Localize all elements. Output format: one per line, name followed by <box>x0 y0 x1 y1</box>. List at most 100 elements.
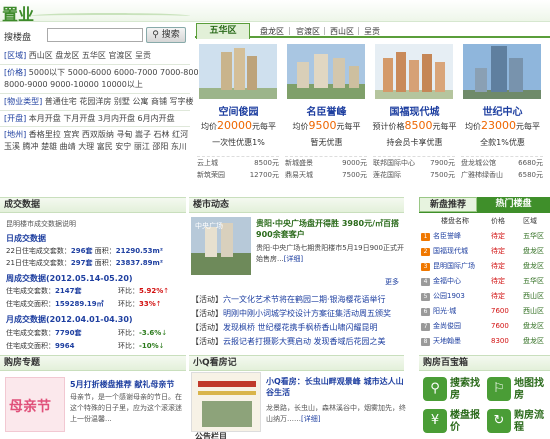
property-name[interactable]: 名臣誉峰 <box>283 103 370 118</box>
small-talk-section-title: 小Q看房记 <box>189 355 404 371</box>
related-name[interactable]: 云上城 <box>197 157 218 169</box>
news-item[interactable]: 【活动】云报记者打摄影大赛启动 发现香域后花园之美 <box>191 336 386 347</box>
filter-link[interactable]: 富民 <box>97 142 113 151</box>
filter-link[interactable]: 曲靖 <box>60 142 76 151</box>
property-card[interactable]: 国福现代城 预计价格8500元每平 持会员卡享优惠 联邦国际中心 7900元 莲花… <box>371 44 458 184</box>
arrow-down-icon: ↓ <box>158 342 165 350</box>
filter-link[interactable]: 安宁 <box>115 142 131 151</box>
property-card[interactable]: 空间俊园 均价20000元每平 一次性优惠1% 云上城 8500元 新筑荣园 127… <box>195 44 282 184</box>
tab-new-listings[interactable]: 新盘推荐 <box>419 197 477 212</box>
filter-link[interactable]: 腾冲 <box>23 142 39 151</box>
tab-xishan[interactable]: 西山区 <box>330 26 354 37</box>
recommend-row[interactable]: 1 名臣誉峰 待定 五华区 <box>419 230 550 243</box>
filter-link[interactable]: 西双版纳 <box>82 130 114 139</box>
property-card[interactable]: 名臣誉峰 均价9500元每平 暂无优惠 新城盛景 9000元 鼎易天城 7500元 <box>283 44 370 184</box>
recommend-row[interactable]: 4 金福中心 待定 五华区 <box>419 275 550 288</box>
recommend-row[interactable]: 6 阳光·城 7600 西山区 <box>419 305 550 318</box>
filter-link[interactable]: 3月内开盘 <box>98 114 135 123</box>
small-talk-headline[interactable]: 小Q看房：长虫山畔观景峰 城市达人山谷生活 <box>266 376 406 398</box>
property-card[interactable]: 世纪中心 均价23000元每平 全款1%优惠 盘龙城公馆 6680元 广雅柿绿香山… <box>459 44 546 184</box>
related-name[interactable]: 鼎易天城 <box>285 169 313 181</box>
filter-link[interactable]: 8000-9000 <box>4 80 48 89</box>
recommend-row[interactable]: 2 国福现代城 待定 盘龙区 <box>419 245 550 258</box>
tab-panlong[interactable]: 盘龙区 <box>260 26 284 37</box>
property-photo[interactable] <box>199 44 277 99</box>
filter-link[interactable]: 寻甸 <box>116 130 132 139</box>
topic-headline[interactable]: 5月打折楼盘推荐 献礼母亲节 <box>70 379 186 390</box>
price-quote-button[interactable]: ¥ 楼盘报价 <box>423 409 483 435</box>
tab-guandu[interactable]: 官渡区 <box>296 26 320 37</box>
related-name[interactable]: 莲花国际 <box>373 169 401 181</box>
filter-link[interactable]: 9000-10000 <box>50 80 99 89</box>
property-photo[interactable] <box>463 44 541 99</box>
filter-link[interactable]: 石林 <box>154 130 170 139</box>
related-name[interactable]: 广雅柿绿香山 <box>461 169 503 181</box>
filter-link[interactable]: 呈贡 <box>135 51 151 60</box>
filter-link[interactable]: 公寓 <box>132 97 148 106</box>
search-button[interactable]: ⚲ 搜索 <box>146 27 186 43</box>
news-thumbnail[interactable]: 中央广场 <box>191 217 251 275</box>
filter-link[interactable]: 5000-6000 <box>68 68 112 77</box>
recommend-row[interactable]: 8 天地翰墨 8300 盘龙区 <box>419 335 550 348</box>
filter-link[interactable]: 五华区 <box>82 51 106 60</box>
property-photo[interactable] <box>287 44 365 99</box>
tab-wuhua[interactable]: 五华区 <box>196 23 250 39</box>
recommend-row[interactable]: 5 公园1903 待定 西山区 <box>419 290 550 303</box>
property-name[interactable]: 世纪中心 <box>459 103 546 118</box>
filter-link[interactable]: 邵阳 <box>152 142 168 151</box>
daily-title: 日成交数据 <box>6 234 46 243</box>
recommend-row[interactable]: 7 金尚俊园 7600 盘龙区 <box>419 320 550 333</box>
news-item[interactable]: 【活动】六一文化艺术节将在鹤园二期·银海樱花语举行 <box>191 294 386 305</box>
property-photo[interactable] <box>375 44 453 99</box>
news-more-link[interactable]: 更多 <box>385 277 399 287</box>
filter-link[interactable]: 5000以下 <box>29 68 65 77</box>
filter-link[interactable]: 6000-7000 <box>114 68 158 77</box>
filter-link[interactable]: 下月开盘 <box>63 114 95 123</box>
small-talk-detail-link[interactable]: [详细] <box>301 415 320 423</box>
monthly-title: 月成交数据(2012.04.01-04.30) <box>6 315 133 324</box>
filter-link[interactable]: 楚雄 <box>41 142 57 151</box>
buying-process-button[interactable]: ↻ 购房流程 <box>487 409 547 435</box>
news-detail-link[interactable]: [详细] <box>284 255 303 263</box>
news-headline[interactable]: 贵阳·中央广场盘开得胜 3980元/㎡百搭900余套客户 <box>256 218 406 240</box>
related-name[interactable]: 盘龙城公馆 <box>461 157 496 169</box>
filter-link[interactable]: 宜宾 <box>63 130 79 139</box>
filter-link[interactable]: 嵩子 <box>135 130 151 139</box>
filter-link[interactable]: 商铺 <box>151 97 167 106</box>
related-name[interactable]: 新筑荣园 <box>197 169 225 181</box>
filter-link[interactable]: 普通住宅 <box>45 97 77 106</box>
search-house-button[interactable]: ⚲ 搜索找房 <box>423 377 483 403</box>
filter-link[interactable]: 丽江 <box>134 142 150 151</box>
recommend-row[interactable]: 3 昆明国际广场 待定 盘龙区 <box>419 260 550 273</box>
filter-link[interactable]: 东川 <box>171 142 187 151</box>
search-input[interactable] <box>47 28 143 42</box>
related-name[interactable]: 联邦国际中心 <box>373 157 415 169</box>
topic-image[interactable]: 母亲节 <box>5 377 65 432</box>
related-name[interactable]: 新城盛景 <box>285 157 313 169</box>
filter-link[interactable]: 6月内开盘 <box>138 114 175 123</box>
filter-link[interactable]: 盘龙区 <box>55 51 79 60</box>
filter-link[interactable]: 红河 <box>172 130 188 139</box>
property-name[interactable]: 空间俊园 <box>195 103 282 118</box>
news-item[interactable]: 【活动】发现枫桥 世纪樱花携手枫桥香山啸闪耀昆明 <box>191 322 378 333</box>
filter-link[interactable]: 10000以上 <box>101 80 142 89</box>
filter-link[interactable]: 官渡区 <box>108 51 132 60</box>
tab-chenggong[interactable]: 呈贡 <box>364 26 380 37</box>
filter-link[interactable]: 别墅 <box>114 97 130 106</box>
filter-link[interactable]: 大理 <box>78 142 94 151</box>
search-button-label: 搜索 <box>161 30 180 40</box>
map-search-button[interactable]: ⚐ 地图找房 <box>487 377 547 403</box>
filter-link[interactable]: 香格里拉 <box>29 130 61 139</box>
deals-note[interactable]: 昆明楼市成交数据说明 <box>6 219 76 229</box>
filter-link[interactable]: 写字楼 <box>170 97 194 106</box>
news-item[interactable]: 【活动】明刚中刚小词城学校设计方案征集活动周五颁奖 <box>191 308 391 319</box>
filter-link[interactable]: 花园洋房 <box>79 97 111 106</box>
related-price: 9000元 <box>342 159 367 167</box>
small-talk-image[interactable] <box>191 372 261 432</box>
filter-link[interactable]: 本月开盘 <box>29 114 61 123</box>
property-name[interactable]: 国福现代城 <box>371 103 458 118</box>
tab-hot-listings[interactable]: 热门楼盘 <box>477 197 550 212</box>
filter-link[interactable]: 玉溪 <box>4 142 20 151</box>
related-price: 7500元 <box>342 171 367 179</box>
filter-link[interactable]: 西山区 <box>29 51 53 60</box>
